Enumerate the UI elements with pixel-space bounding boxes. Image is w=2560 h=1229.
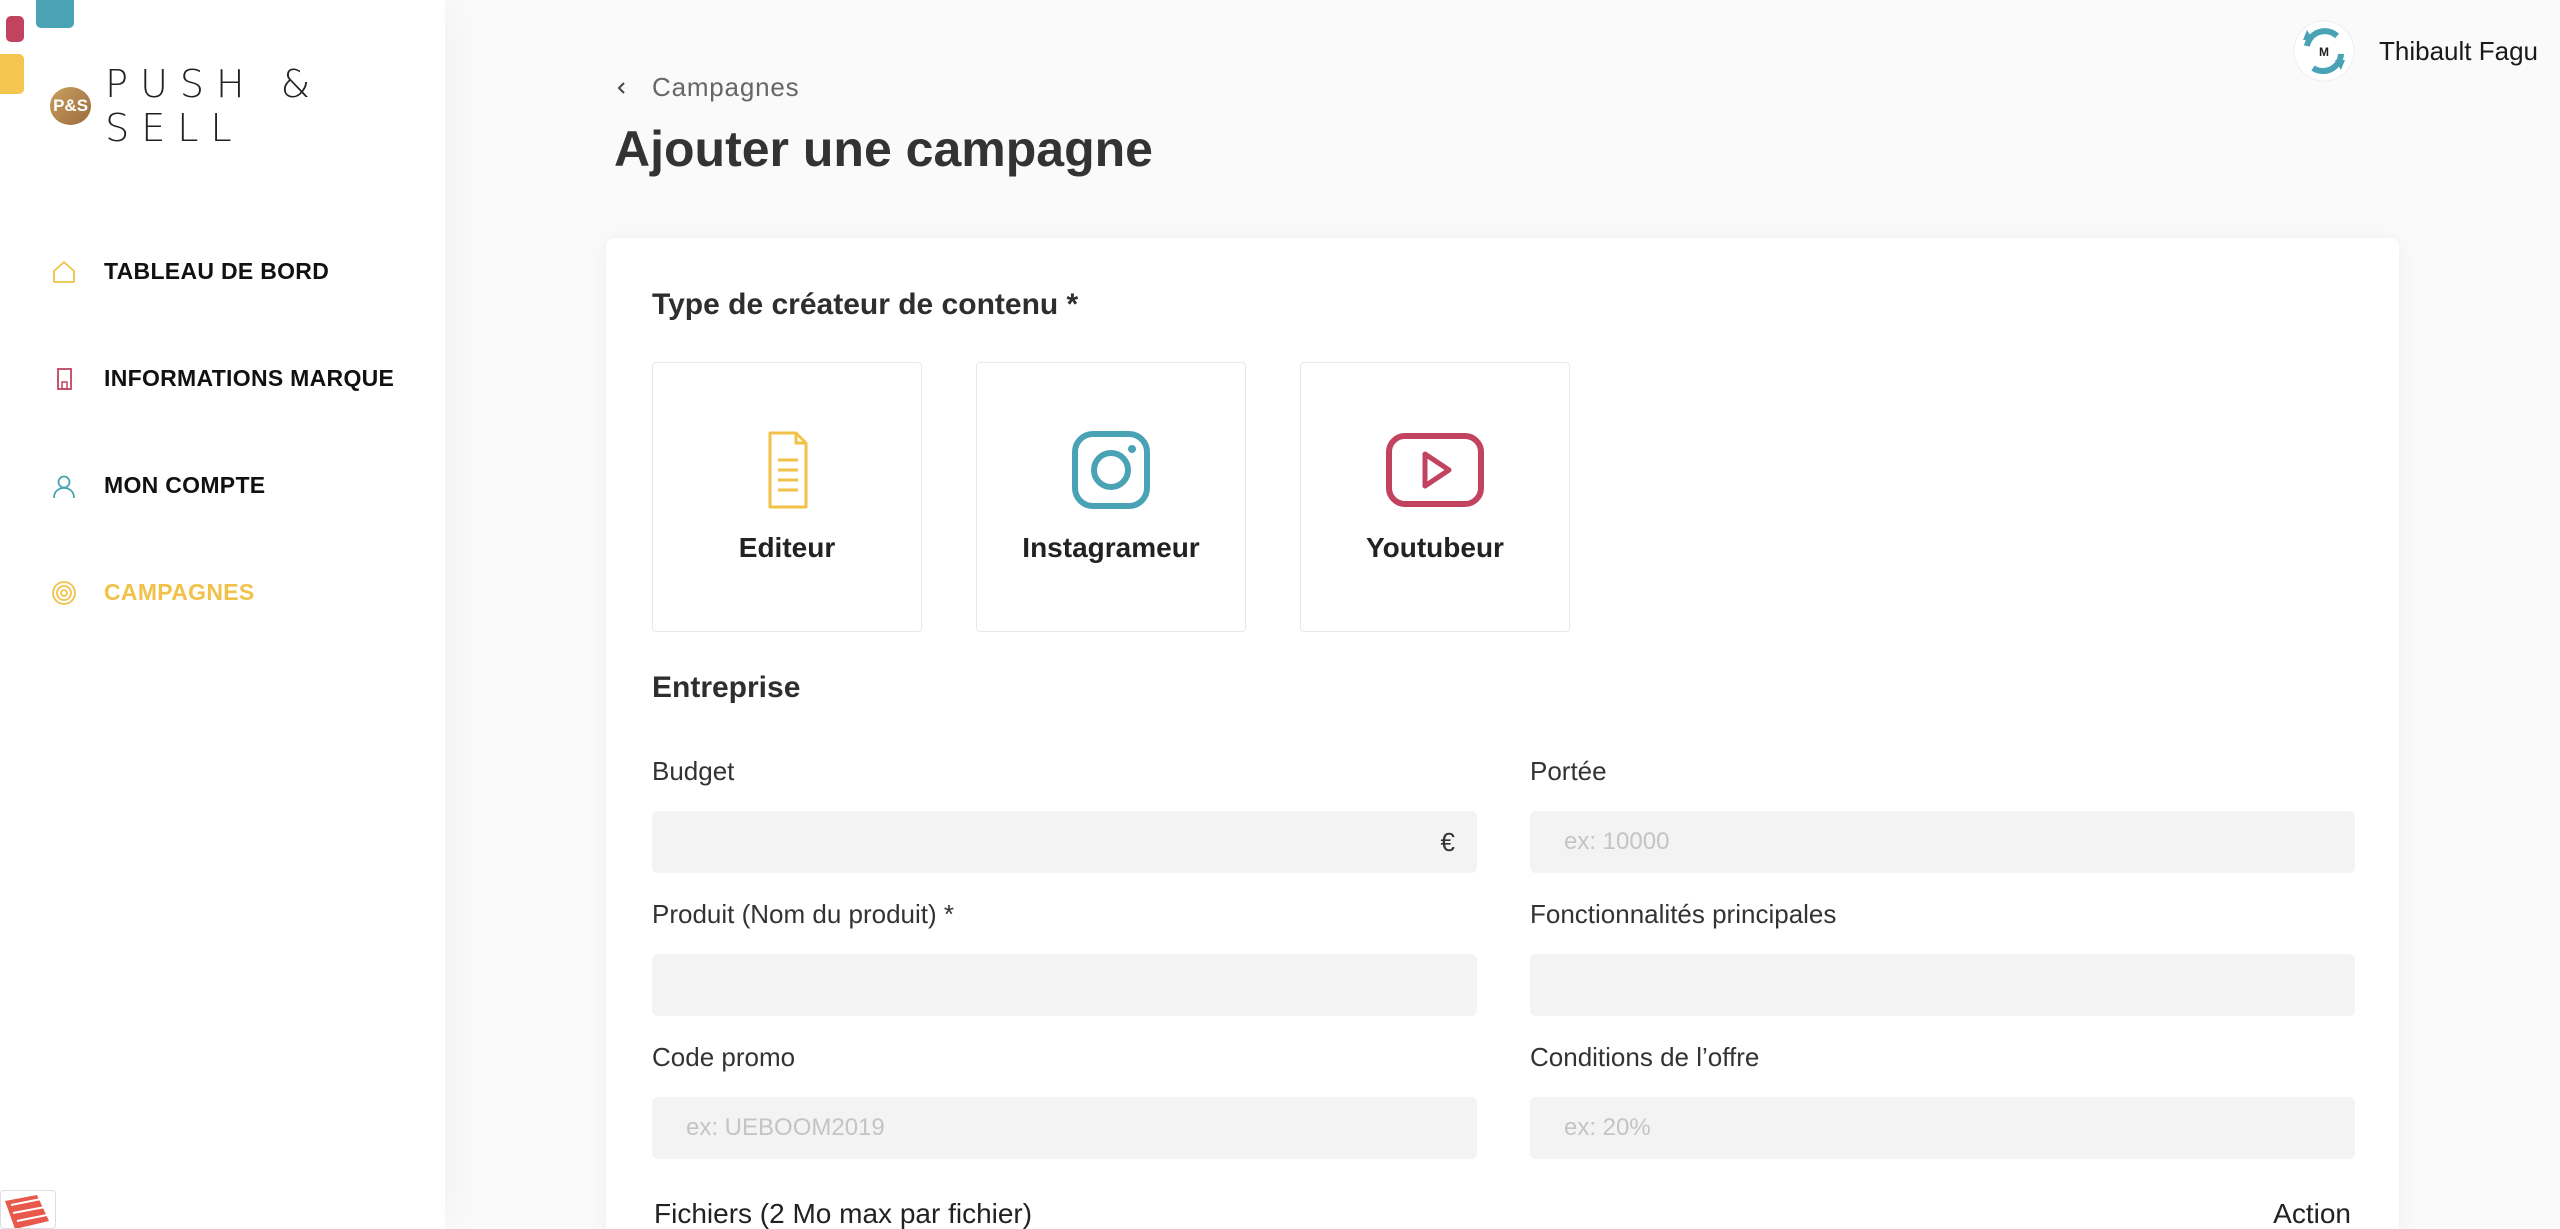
building-icon — [57, 367, 72, 390]
portee-field: Portée — [1530, 756, 2355, 873]
sidebar: P&S PUSH & SELL TABLEAU DE BORD INFORMAT… — [0, 0, 445, 1229]
avatar-initials: M — [2319, 45, 2329, 59]
chevron-left-icon — [617, 81, 625, 94]
breadcrumb[interactable]: Campagnes — [614, 72, 799, 103]
corner-widget[interactable] — [0, 1190, 56, 1229]
files-label: Fichiers (2 Mo max par fichier) — [654, 1198, 1033, 1229]
conditions-field: Conditions de l’offre — [1530, 1042, 2355, 1159]
sidebar-item-label: INFORMATIONS MARQUE — [104, 365, 395, 391]
campaign-form-card: Type de créateur de contenu * Editeur In… — [606, 238, 2399, 1229]
avatar: M — [2293, 20, 2355, 82]
fonctionnalites-input[interactable] — [1530, 954, 2355, 1016]
sidebar-item-informations-marque[interactable]: INFORMATIONS MARQUE — [50, 325, 394, 432]
portee-label: Portée — [1530, 756, 1607, 786]
portee-input-box — [1530, 811, 2355, 873]
type-option-label: Youtubeur — [1366, 532, 1504, 563]
portee-input[interactable] — [1530, 811, 2355, 873]
produit-label: Produit (Nom du produit) * — [652, 899, 955, 929]
code-promo-label: Code promo — [652, 1042, 796, 1072]
fonctionnalites-field: Fonctionnalités principales — [1530, 899, 2355, 1016]
sidebar-item-label: TABLEAU DE BORD — [104, 258, 330, 284]
creator-type-title: Type de créateur de contenu * — [652, 288, 1079, 321]
decorative-square — [0, 54, 24, 94]
code-promo-field: Code promo — [652, 1042, 1477, 1159]
logo-text: PUSH & SELL — [105, 62, 323, 150]
breadcrumb-label: Campagnes — [652, 72, 800, 102]
fonctionnalites-input-box — [1530, 954, 2355, 1016]
brand-logo[interactable]: P&S PUSH & SELL — [50, 62, 445, 150]
target-icon — [52, 580, 76, 605]
sidebar-item-label: MON COMPTE — [104, 472, 266, 498]
decorative-square — [6, 16, 24, 42]
sidebar-item-mon-compte[interactable]: MON COMPTE — [50, 432, 394, 539]
conditions-input-box — [1530, 1097, 2355, 1159]
youtube-icon — [1386, 433, 1484, 507]
type-option-label: Instagrameur — [1022, 532, 1200, 563]
budget-input-box: € — [652, 811, 1477, 873]
feedback-icon — [5, 1195, 49, 1228]
produit-input-box — [652, 954, 1477, 1016]
logo-badge: P&S — [50, 87, 92, 125]
code-promo-input[interactable] — [652, 1097, 1477, 1159]
type-option-youtubeur[interactable]: Youtubeur — [1300, 362, 1570, 632]
document-icon — [768, 431, 808, 509]
instagram-icon — [1072, 431, 1150, 509]
creator-type-options: Editeur Instagrameur Youtubeur — [652, 362, 1570, 632]
euro-suffix: € — [1440, 827, 1455, 857]
budget-input[interactable] — [652, 811, 1477, 873]
sidebar-nav: TABLEAU DE BORD INFORMATIONS MARQUE MON … — [50, 218, 394, 646]
decorative-square — [36, 0, 74, 28]
user-name: Thibault Fagu — [2379, 35, 2538, 66]
conditions-input[interactable] — [1530, 1097, 2355, 1159]
user-icon — [53, 475, 75, 498]
home-icon — [53, 260, 75, 283]
sidebar-item-tableau-de-bord[interactable]: TABLEAU DE BORD — [50, 218, 394, 325]
action-column-label: Action — [2273, 1198, 2351, 1229]
budget-field: Budget € — [652, 756, 1477, 873]
produit-field: Produit (Nom du produit) * — [652, 899, 1477, 1016]
conditions-label: Conditions de l’offre — [1530, 1042, 1760, 1072]
code-promo-input-box — [652, 1097, 1477, 1159]
sidebar-item-campagnes[interactable]: CAMPAGNES — [50, 539, 394, 646]
type-option-instagrameur[interactable]: Instagrameur — [976, 362, 1246, 632]
produit-input[interactable] — [652, 954, 1477, 1016]
page-title: Ajouter une campagne — [614, 121, 1153, 177]
fonctionnalites-label: Fonctionnalités principales — [1530, 899, 1837, 929]
budget-label: Budget — [652, 756, 735, 786]
sidebar-item-label: CAMPAGNES — [104, 579, 255, 605]
type-option-editeur[interactable]: Editeur — [652, 362, 922, 632]
user-menu[interactable]: M Thibault Fagu — [2293, 20, 2538, 82]
entreprise-title: Entreprise — [652, 671, 801, 704]
type-option-label: Editeur — [738, 532, 836, 563]
